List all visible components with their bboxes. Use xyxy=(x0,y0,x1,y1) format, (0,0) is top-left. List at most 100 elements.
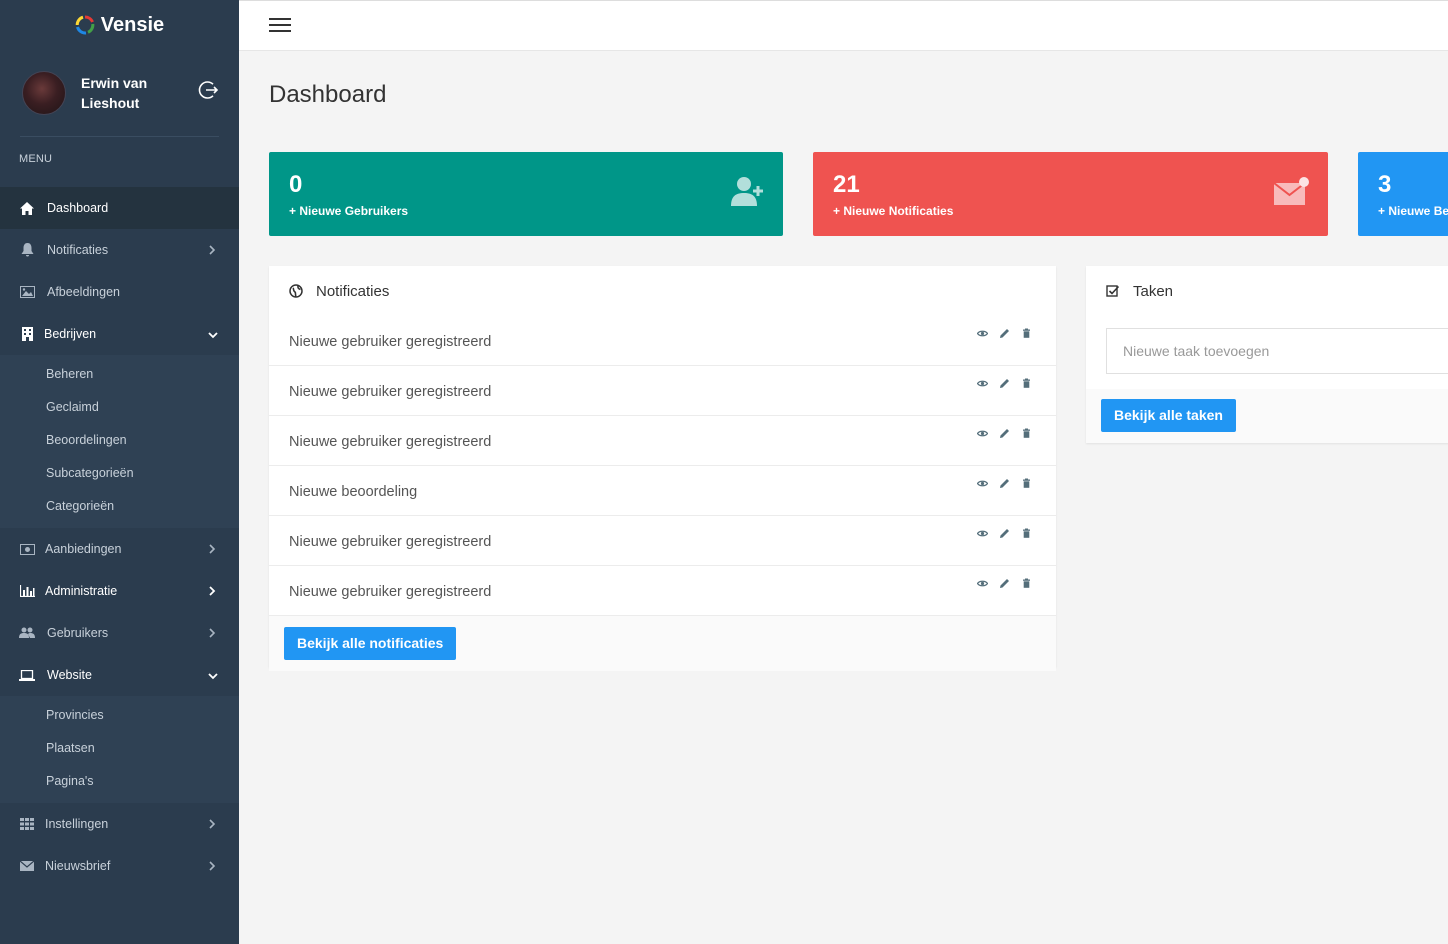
chevron-right-icon xyxy=(209,861,216,871)
chevron-right-icon xyxy=(209,245,216,255)
notification-text: Nieuwe gebruiker geregistreerd xyxy=(289,433,492,450)
panel-title: Taken xyxy=(1133,282,1174,300)
sidebar-subitem-paginas[interactable]: Pagina's xyxy=(0,765,239,798)
notification-row[interactable]: Nieuwe gebruiker geregistreerd xyxy=(269,516,1056,566)
sidebar-item-label: Afbeeldingen xyxy=(47,285,120,299)
chevron-right-icon xyxy=(209,586,216,596)
stat-card-new-notifications[interactable]: 21 + Nieuwe Notificaties xyxy=(813,152,1328,236)
money-icon xyxy=(19,542,35,556)
eye-icon[interactable] xyxy=(977,428,988,439)
trash-icon[interactable] xyxy=(1021,528,1032,539)
submenu-bedrijven: Beheren Geclaimd Beoordelingen Subcatego… xyxy=(0,355,239,528)
trash-icon[interactable] xyxy=(1021,578,1032,589)
eye-icon[interactable] xyxy=(977,478,988,489)
sidebar-item-label: Instellingen xyxy=(45,817,109,831)
notification-text: Nieuwe gebruiker geregistreerd xyxy=(289,533,492,550)
trash-icon[interactable] xyxy=(1021,428,1032,439)
stat-card-new-reviews[interactable]: 3 + Nieuwe Be xyxy=(1358,152,1448,236)
eye-icon[interactable] xyxy=(977,528,988,539)
eye-icon[interactable] xyxy=(977,328,988,339)
stat-value: 0 xyxy=(289,171,303,198)
notification-row[interactable]: Nieuwe gebruiker geregistreerd xyxy=(269,366,1056,416)
image-icon xyxy=(19,285,35,299)
chevron-right-icon xyxy=(209,544,216,554)
sidebar-item-website[interactable]: Website xyxy=(0,654,239,696)
sidebar-item-label: Nieuwsbrief xyxy=(45,859,111,873)
envelope-notification-icon xyxy=(1274,177,1309,205)
pencil-icon[interactable] xyxy=(999,478,1010,489)
sidebar-nav: Dashboard Notificaties Afbeeldingen Bedr… xyxy=(0,187,239,887)
chevron-right-icon xyxy=(209,819,216,829)
pencil-icon[interactable] xyxy=(999,378,1010,389)
home-icon xyxy=(19,201,35,215)
sidebar-item-label: Website xyxy=(47,668,92,682)
sidebar-subitem-subcategorieen[interactable]: Subcategorieën xyxy=(0,457,239,490)
view-all-notifications-button[interactable]: Bekijk alle notificaties xyxy=(284,627,457,660)
pencil-icon[interactable] xyxy=(999,328,1010,339)
sidebar-subitem-plaatsen[interactable]: Plaatsen xyxy=(0,732,239,765)
stat-value: 21 xyxy=(833,171,860,198)
notification-row[interactable]: Nieuwe gebruiker geregistreerd xyxy=(269,316,1056,366)
pencil-icon[interactable] xyxy=(999,528,1010,539)
sidebar-item-gebruikers[interactable]: Gebruikers xyxy=(0,612,239,654)
sidebar-item-label: Gebruikers xyxy=(47,626,109,640)
sidebar-item-aanbiedingen[interactable]: Aanbiedingen xyxy=(0,528,239,570)
trash-icon[interactable] xyxy=(1021,478,1032,489)
stat-label: + Nieuwe Gebruikers xyxy=(289,204,409,218)
stat-value: 3 xyxy=(1378,171,1392,198)
logout-icon[interactable] xyxy=(198,79,220,101)
submenu-website: Provincies Plaatsen Pagina's xyxy=(0,696,239,803)
sidebar-subitem-provincies[interactable]: Provincies xyxy=(0,699,239,732)
menu-label: MENU xyxy=(19,153,53,165)
brand[interactable]: Vensie xyxy=(0,0,239,50)
sidebar-item-instellingen[interactable]: Instellingen xyxy=(0,803,239,845)
notification-row[interactable]: Nieuwe gebruiker geregistreerd xyxy=(269,566,1056,616)
notification-row[interactable]: Nieuwe beoordeling xyxy=(269,466,1056,516)
sidebar-subitem-beoordelingen[interactable]: Beoordelingen xyxy=(0,424,239,457)
new-task-input[interactable] xyxy=(1106,328,1448,374)
notification-text: Nieuwe gebruiker geregistreerd xyxy=(289,383,492,400)
sidebar-subitem-categorieen[interactable]: Categorieën xyxy=(0,490,239,523)
users-icon xyxy=(19,626,35,640)
sidebar-subitem-beheren[interactable]: Beheren xyxy=(0,358,239,391)
globe-icon xyxy=(289,284,303,298)
sidebar-item-label: Notificaties xyxy=(47,243,109,257)
trash-icon[interactable] xyxy=(1021,378,1032,389)
laptop-icon xyxy=(19,668,35,682)
grid-icon xyxy=(19,817,35,831)
checkbox-icon xyxy=(1106,285,1120,297)
sidebar-item-label: Administratie xyxy=(45,584,118,598)
sidebar-subitem-geclaimd[interactable]: Geclaimd xyxy=(0,391,239,424)
brand-logo-icon xyxy=(75,15,95,35)
envelope-icon xyxy=(19,859,35,873)
pencil-icon[interactable] xyxy=(999,578,1010,589)
sidebar-item-label: Dashboard xyxy=(47,201,109,215)
sidebar-item-label: Aanbiedingen xyxy=(45,542,122,556)
view-all-tasks-button[interactable]: Bekijk alle taken xyxy=(1101,399,1236,432)
avatar[interactable] xyxy=(22,71,66,115)
sidebar-item-afbeeldingen[interactable]: Afbeeldingen xyxy=(0,271,239,313)
sidebar-item-nieuwsbrief[interactable]: Nieuwsbrief xyxy=(0,845,239,887)
panel-header: Taken xyxy=(1086,266,1448,316)
bar-chart-icon xyxy=(19,584,35,598)
panel-title: Notificaties xyxy=(316,282,390,300)
main-content: Dashboard 0 + Nieuwe Gebruikers 21 + Nie… xyxy=(239,51,1448,944)
user-name: Erwin van Lieshout xyxy=(81,75,148,111)
user-plus-icon xyxy=(731,177,763,206)
trash-icon[interactable] xyxy=(1021,328,1032,339)
stat-label: + Nieuwe Be xyxy=(1378,204,1448,218)
notification-row[interactable]: Nieuwe gebruiker geregistreerd xyxy=(269,416,1056,466)
hamburger-menu-icon[interactable] xyxy=(269,18,291,34)
eye-icon[interactable] xyxy=(977,578,988,589)
stat-card-new-users[interactable]: 0 + Nieuwe Gebruikers xyxy=(269,152,783,236)
sidebar-item-dashboard[interactable]: Dashboard xyxy=(0,187,239,229)
sidebar-item-bedrijven[interactable]: Bedrijven xyxy=(0,313,239,355)
eye-icon[interactable] xyxy=(977,378,988,389)
stat-label: + Nieuwe Notificaties xyxy=(833,204,954,218)
pencil-icon[interactable] xyxy=(999,428,1010,439)
sidebar-item-administratie[interactable]: Administratie xyxy=(0,570,239,612)
bell-icon xyxy=(19,243,35,257)
sidebar-item-notificaties[interactable]: Notificaties xyxy=(0,229,239,271)
chevron-down-icon xyxy=(208,673,218,680)
panel-footer: Bekijk alle taken xyxy=(1086,389,1448,443)
